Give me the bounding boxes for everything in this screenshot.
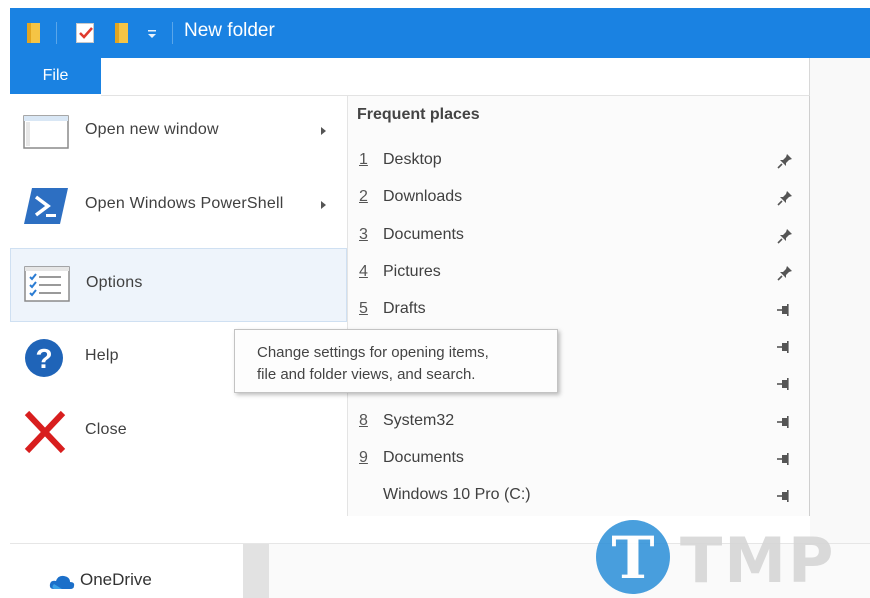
options-icon [24, 266, 70, 302]
menu-item-label: Open new window [85, 121, 219, 138]
pin-icon[interactable] [776, 487, 794, 505]
ribbon-strip [101, 58, 810, 96]
pinned-icon[interactable] [776, 189, 794, 207]
title-bar: New folder [10, 8, 870, 58]
frequent-place-name: Drafts [383, 300, 426, 317]
frequent-place-name: System32 [383, 412, 455, 429]
new-folder-icon[interactable] [114, 22, 129, 44]
frequent-place-item[interactable]: 8 System32 [348, 403, 809, 440]
pin-icon[interactable] [776, 375, 794, 393]
nav-item-onedrive[interactable]: OneDrive [80, 570, 152, 590]
toolbar-separator [172, 22, 173, 44]
frequent-place-number: 5 [359, 300, 368, 317]
folder-icon[interactable] [26, 22, 41, 44]
help-icon: ? [25, 339, 63, 377]
close-icon [24, 410, 66, 454]
powershell-icon [24, 188, 68, 224]
options-tooltip: Change settings for opening items, file … [234, 329, 558, 393]
toolbar-separator [56, 22, 57, 44]
menu-item-label: Options [86, 274, 143, 291]
frequent-place-item[interactable]: 3 Documents [348, 217, 809, 254]
frequent-place-item[interactable]: 2 Downloads [348, 179, 809, 216]
watermark-circle: T [596, 520, 670, 594]
frequent-place-name: Downloads [383, 188, 463, 205]
submenu-arrow-icon [321, 127, 326, 135]
frequent-place-item[interactable]: 4 Pictures [348, 254, 809, 291]
menu-item-label: Close [85, 421, 127, 438]
window-icon [23, 115, 69, 149]
file-menu-commands: Open new window Open Windows PowerShell [10, 96, 347, 516]
submenu-arrow-icon [321, 201, 326, 209]
tooltip-line: Change settings for opening items, [257, 344, 489, 361]
frequent-place-name: Documents [383, 226, 464, 243]
svg-text:?: ? [35, 343, 52, 374]
file-tab[interactable]: File [10, 58, 101, 94]
frequent-place-name: Documents [383, 449, 464, 466]
frequent-place-number: 9 [359, 449, 368, 466]
frequent-place-name: Desktop [383, 151, 442, 168]
frequent-place-item[interactable]: 1 Desktop [348, 142, 809, 179]
frequent-place-item[interactable]: 5 Drafts [348, 291, 809, 328]
watermark-letter: T [611, 524, 655, 592]
window-title: New folder [184, 20, 275, 41]
file-menu: Open new window Open Windows PowerShell [10, 96, 810, 516]
frequent-place-number: 2 [359, 188, 368, 205]
tooltip-line: file and folder views, and search. [257, 366, 476, 383]
pinned-icon[interactable] [776, 152, 794, 170]
watermark-logo: T TMP [596, 520, 866, 597]
pin-icon[interactable] [776, 413, 794, 431]
frequent-places-heading: Frequent places [357, 106, 480, 123]
customize-toolbar-dropdown-icon[interactable] [146, 28, 158, 40]
frequent-place-number: 1 [359, 151, 368, 168]
menu-item-open-powershell[interactable]: Open Windows PowerShell [10, 170, 347, 244]
menu-item-open-new-window[interactable]: Open new window [10, 96, 347, 170]
menu-item-label: Open Windows PowerShell [85, 195, 284, 212]
window-background [810, 58, 870, 544]
frequent-places-panel: Frequent places 1 Desktop 2 Downloads 3 Docum… [348, 96, 809, 516]
properties-icon[interactable] [76, 23, 94, 43]
menu-item-close[interactable]: Close [10, 396, 347, 470]
frequent-place-number: 3 [359, 226, 368, 243]
onedrive-cloud-icon [49, 575, 75, 589]
pin-icon[interactable] [776, 338, 794, 356]
navigation-pane-splitter[interactable] [243, 544, 269, 598]
pin-icon[interactable] [776, 450, 794, 468]
frequent-place-number: 4 [359, 263, 368, 280]
menu-item-label: Help [85, 347, 119, 364]
pin-icon[interactable] [776, 301, 794, 319]
frequent-place-number: 8 [359, 412, 368, 429]
menu-item-options[interactable]: Options [10, 248, 347, 322]
pinned-icon[interactable] [776, 264, 794, 282]
pinned-icon[interactable] [776, 227, 794, 245]
frequent-place-item[interactable]: Windows 10 Pro (C:) [348, 477, 809, 514]
frequent-place-name: Windows 10 Pro (C:) [383, 486, 531, 503]
watermark-text: TMP [680, 524, 836, 597]
frequent-place-item[interactable]: 9 Documents [348, 440, 809, 477]
frequent-place-name: Pictures [383, 263, 441, 280]
